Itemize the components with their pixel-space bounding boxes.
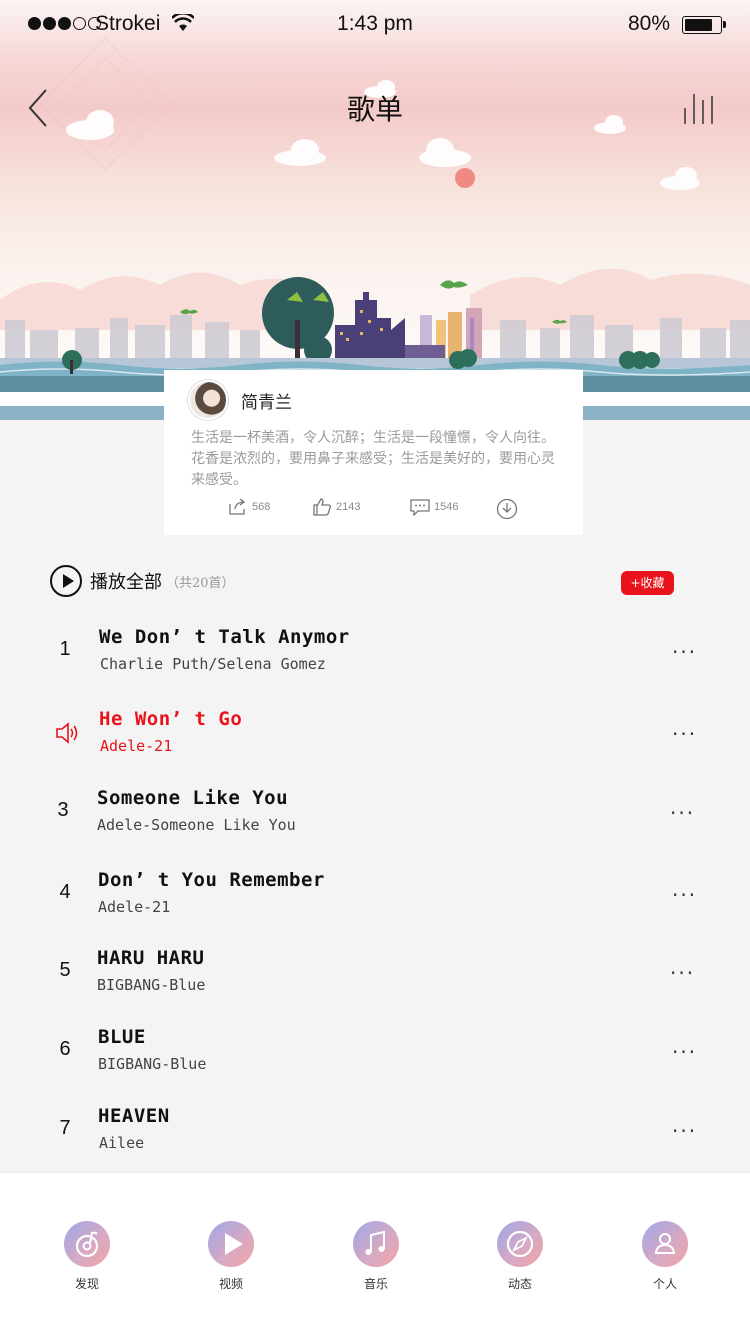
song-title: He Won’ t Go [99,708,243,730]
share-button[interactable]: 568 [228,498,270,516]
tab-label: 动态 [507,1277,532,1291]
song-artist: Adele-21 [100,737,173,755]
song-row[interactable]: 6 BLUE BIGBANG-Blue ··· [0,1020,750,1100]
download-icon [496,498,518,520]
track-number: 7 [59,1117,71,1139]
song-artist: Adele-Someone Like You [97,816,296,834]
battery-icon [682,16,726,34]
share-count: 568 [252,501,271,513]
like-count: 2143 [336,501,361,513]
tab-label: 发现 [74,1277,99,1291]
tab-discover[interactable]: 发现 [47,1221,127,1292]
track-number: 4 [59,881,71,903]
status-bar: Strokei 1:43 pm 80% [0,0,750,52]
tab-music[interactable]: 音乐 [336,1221,416,1292]
more-options-icon[interactable]: ··· [672,883,697,907]
share-icon [229,498,246,515]
song-row[interactable]: 7 HEAVEN Ailee ··· [0,1099,750,1179]
song-row-playing[interactable]: He Won’ t Go Adele-21 ··· [0,702,750,782]
song-artist: BIGBANG-Blue [98,1055,207,1073]
header-illustration [0,0,750,420]
track-number: 6 [59,1038,71,1060]
track-number: 3 [57,799,69,821]
page-title: 歌单 [346,93,403,126]
song-artist: Ailee [99,1134,145,1152]
song-row[interactable]: 5 HARU HARU BIGBANG-Blue ··· [0,941,750,1021]
song-row[interactable]: 1 We Don’ t Talk Anymor Charlie Puth/Sel… [0,620,750,700]
city-skyline-illustration [0,37,750,420]
play-circle-icon [50,565,82,597]
song-count: （共20首） [166,575,235,591]
tab-label: 个人 [652,1277,677,1291]
tab-feed[interactable]: 动态 [480,1221,560,1292]
author-name[interactable]: 简青兰 [241,388,292,413]
discover-icon [64,1221,110,1267]
more-options-icon[interactable]: ··· [672,722,697,746]
song-title: We Don’ t Talk Anymor [99,626,350,648]
tab-video[interactable]: 视频 [191,1221,271,1292]
song-artist: BIGBANG-Blue [97,976,206,994]
thumbs-up-icon [313,498,331,516]
song-artist: Charlie Puth/Selena Gomez [100,655,326,673]
tab-label: 视频 [218,1277,243,1291]
comment-button[interactable]: 1546 [410,498,458,516]
bottom-tab-bar: 发现 视频 音乐 动态 个人 [0,1172,750,1334]
more-options-icon[interactable]: ··· [670,961,695,985]
song-row[interactable]: 4 Don’ t You Remember Adele-21 ··· [0,863,750,943]
song-title: HEAVEN [98,1105,170,1127]
collect-button[interactable]: +收藏 [621,571,674,595]
music-note-icon [353,1221,399,1267]
song-title: Don’ t You Remember [98,869,325,891]
playlist-info-card: 简青兰 生活是一杯美酒，令人沉醉；生活是一段憧憬，令人向往。花香是浓烈的，要用鼻… [164,370,583,535]
more-options-icon[interactable]: ··· [672,1119,697,1143]
battery-percentage: 80% [627,12,670,35]
avatar[interactable] [188,380,228,420]
more-options-icon[interactable]: ··· [672,640,697,664]
play-all-label: 播放全部 [90,572,162,593]
play-all-button[interactable]: 播放全部 （共20首） [50,565,235,597]
song-title: HARU HARU [97,947,205,969]
playlist-description: 生活是一杯美酒，令人沉醉；生活是一段憧憬，令人向往。花香是浓烈的，要用鼻子来感受… [191,430,555,488]
song-row[interactable]: 3 Someone Like You Adele-Someone Like Yo… [0,781,750,861]
song-artist: Adele-21 [98,898,171,916]
playing-bars-icon[interactable] [682,90,722,126]
comment-icon [410,499,430,516]
tab-profile[interactable]: 个人 [625,1221,705,1292]
compass-icon [497,1221,543,1267]
tab-label: 音乐 [363,1277,388,1291]
more-options-icon[interactable]: ··· [672,1040,697,1064]
comment-count: 1546 [434,501,459,513]
more-options-icon[interactable]: ··· [670,801,695,825]
song-title: Someone Like You [97,787,289,809]
track-number: 1 [59,638,71,660]
speaker-playing-icon [56,722,78,744]
song-title: BLUE [98,1026,146,1048]
person-icon [642,1221,688,1267]
download-button[interactable] [496,498,518,520]
like-button[interactable]: 2143 [312,498,360,516]
video-play-icon [208,1221,254,1267]
track-number: 5 [59,959,71,981]
playlist-stats: 568 2143 1546 [228,498,528,522]
